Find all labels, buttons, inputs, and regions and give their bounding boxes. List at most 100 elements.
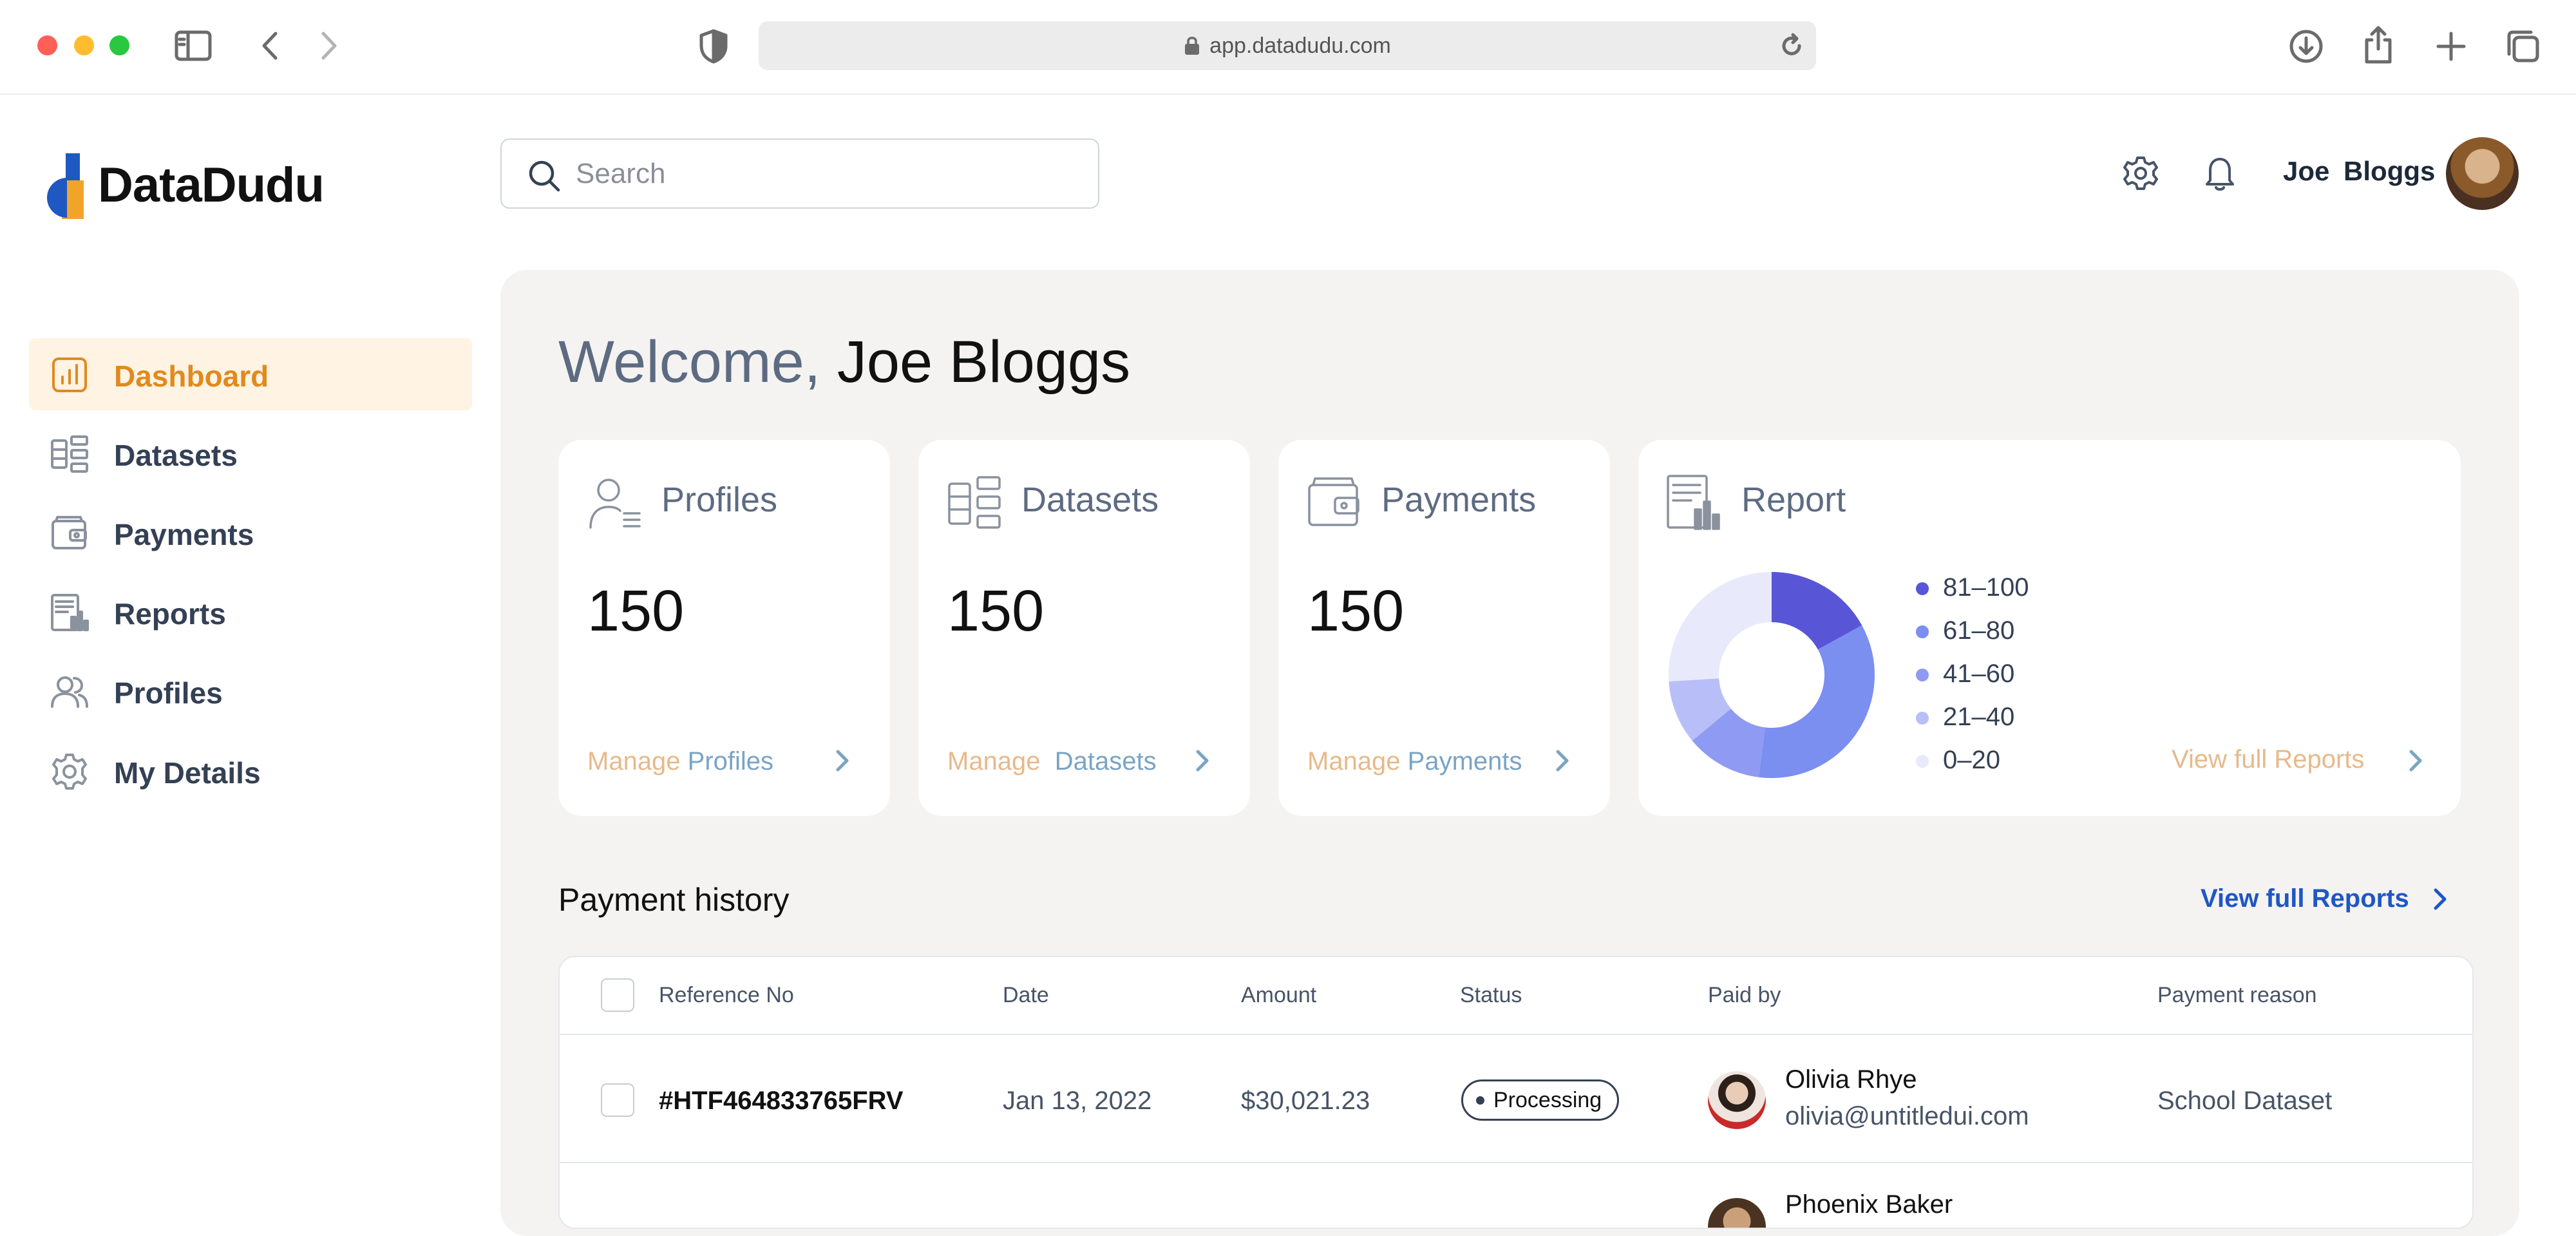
legend-dot [1916, 755, 1929, 768]
profile-icon [585, 473, 643, 531]
legend-item: 61–80 [1916, 616, 2014, 645]
card-title: Datasets [1021, 480, 1159, 519]
chevron-right-icon[interactable] [1549, 748, 1575, 774]
address-bar[interactable]: app.datadudu.com [759, 21, 1816, 70]
sidebar-item-datasets[interactable]: Datasets [29, 417, 472, 490]
payment-date: Jan 13, 2022 [1003, 1087, 1152, 1115]
view-full-reports-link[interactable]: View full Reports [2172, 745, 2364, 774]
payer-avatar [1708, 1198, 1766, 1228]
column-header[interactable]: Reference No [659, 983, 794, 1008]
link-text-target: Payments [1407, 747, 1522, 775]
select-all-checkbox[interactable] [601, 978, 634, 1012]
manage-profiles-link[interactable]: Manage Profiles [587, 747, 773, 776]
minimize-window-button[interactable] [74, 35, 94, 55]
card-value: 150 [947, 579, 1045, 643]
legend-dot [1916, 625, 1929, 639]
tab-overview-icon[interactable] [2505, 28, 2541, 68]
close-window-button[interactable] [37, 35, 57, 55]
gear-icon [50, 752, 90, 792]
lock-icon [1185, 37, 1200, 55]
status-label: Processing [1493, 1087, 1602, 1112]
sidebar-item-my-details[interactable]: My Details [29, 735, 472, 807]
reference-number: #HTF464833765FRV [659, 1087, 904, 1115]
payments-card: Payments 150 Manage Payments [1278, 440, 1610, 816]
share-icon[interactable] [2360, 24, 2396, 68]
logo-mark[interactable] [40, 149, 94, 224]
payer-email: olivia@untitledui.com [1785, 1102, 2029, 1130]
search-icon [526, 158, 562, 197]
payer-name: Phoenix Baker [1785, 1190, 1953, 1219]
wallet-icon [50, 513, 90, 553]
report-donut-chart [1669, 572, 1875, 778]
card-value: 150 [1307, 579, 1405, 643]
row-checkbox[interactable] [601, 1083, 634, 1117]
welcome-user-name: Joe Bloggs [837, 329, 1131, 395]
payment-reason: School Dataset [2157, 1087, 2333, 1115]
back-icon[interactable] [258, 30, 283, 65]
sidebar-item-payments[interactable]: Payments [29, 497, 472, 569]
chevron-right-icon[interactable] [2402, 748, 2428, 774]
search-placeholder: Search [576, 158, 666, 189]
wallet-icon [1305, 473, 1363, 531]
chevron-right-icon[interactable] [829, 748, 855, 774]
datasets-icon [945, 473, 1003, 531]
maximize-window-button[interactable] [109, 35, 129, 55]
payer-name: Olivia Rhye [1785, 1065, 1917, 1094]
column-header[interactable]: Paid by [1708, 983, 1781, 1008]
header-divider [560, 1034, 2472, 1035]
view-full-reports-link[interactable]: View full Reports [2201, 884, 2450, 913]
sidebar-item-reports[interactable]: Reports [29, 576, 472, 648]
legend-dot [1916, 582, 1929, 596]
sidebar-item-label: Profiles [114, 676, 223, 710]
column-header[interactable]: Status [1460, 983, 1522, 1008]
sidebar-item-label: My Details [114, 756, 261, 790]
sidebar-item-dashboard[interactable]: Dashboard [29, 338, 472, 410]
card-title: Profiles [661, 480, 778, 519]
chevron-right-icon[interactable] [1189, 748, 1215, 774]
payment-history-title: Payment history [558, 882, 790, 918]
new-tab-icon[interactable] [2433, 28, 2469, 68]
link-text-prefix: Manage [1307, 747, 1408, 775]
datasets-icon [50, 434, 90, 474]
sidebar-item-label: Reports [114, 597, 226, 631]
chevron-right-icon [2434, 888, 2447, 909]
row-divider [560, 1162, 2472, 1163]
legend-item: 81–100 [1916, 573, 2029, 602]
payer-avatar [1708, 1071, 1766, 1129]
forward-icon[interactable] [316, 30, 341, 65]
legend-label: 0–20 [1943, 746, 2000, 774]
reload-icon[interactable] [1779, 33, 1804, 62]
link-text-prefix: Manage [947, 747, 1055, 775]
manage-datasets-link[interactable]: Manage Datasets [947, 747, 1157, 776]
user-avatar[interactable] [2446, 137, 2519, 210]
privacy-shield-icon[interactable] [697, 28, 730, 68]
column-header[interactable]: Amount [1241, 983, 1316, 1008]
column-header[interactable]: Date [1003, 983, 1049, 1008]
status-dot [1476, 1096, 1484, 1105]
datasets-card: Datasets 150 Manage Datasets [918, 440, 1250, 816]
sidebar-item-profiles[interactable]: Profiles [29, 655, 472, 727]
donut-slice [1669, 572, 1772, 682]
card-title: Report [1741, 480, 1846, 519]
notification-bell-icon[interactable] [2201, 153, 2239, 196]
payment-history-table: Reference No Date Amount Status Paid by … [558, 956, 2474, 1229]
link-text: View full Reports [2172, 745, 2365, 774]
url-text: app.datadudu.com [1209, 33, 1391, 58]
user-name[interactable]: Joe Bloggs [2283, 156, 2435, 187]
link-text-prefix: Manage [587, 747, 688, 775]
legend-dot [1916, 712, 1929, 725]
report-icon [50, 593, 90, 632]
users-icon [50, 672, 90, 712]
link-text-target: Profiles [687, 747, 774, 775]
manage-payments-link[interactable]: Manage Payments [1307, 747, 1522, 776]
settings-icon[interactable] [2122, 155, 2159, 195]
legend-label: 41–60 [1943, 660, 2015, 688]
sidebar-toggle-icon[interactable] [174, 30, 213, 65]
welcome-greeting: Welcome, [558, 329, 837, 395]
search-input[interactable]: Search [500, 138, 1099, 209]
logo-text: DataDudu [98, 158, 325, 213]
card-value: 150 [587, 579, 685, 643]
sidebar-item-label: Dashboard [114, 359, 269, 393]
column-header[interactable]: Payment reason [2157, 983, 2317, 1008]
downloads-icon[interactable] [2288, 28, 2324, 68]
